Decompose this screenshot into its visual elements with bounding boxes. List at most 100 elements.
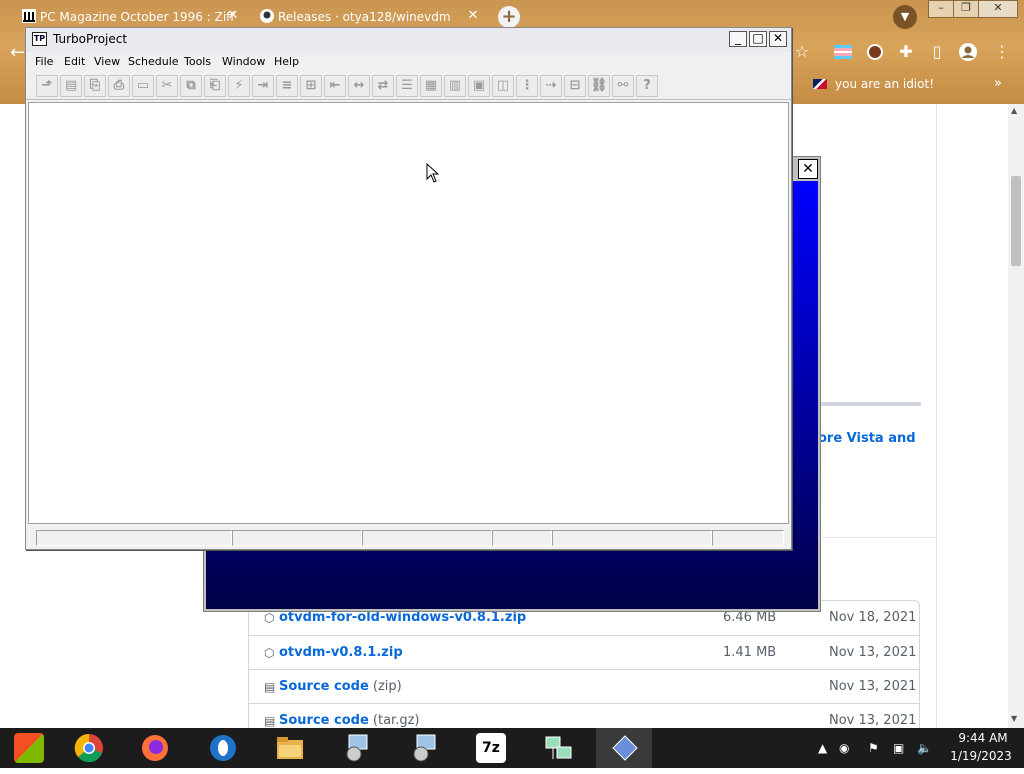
menu-edit[interactable]: Edit [64, 55, 85, 68]
tab-close-icon[interactable]: ✕ [466, 9, 480, 23]
chrome-taskbar-button[interactable] [60, 728, 116, 768]
menu-window[interactable]: Window [222, 55, 265, 68]
status-pane [552, 530, 712, 546]
gantt-view-icon[interactable]: ▥ [444, 75, 466, 97]
asset-link[interactable]: Source code (zip) [279, 679, 402, 694]
paste-icon[interactable]: ⎗ [204, 75, 226, 97]
clock-date[interactable]: 1/19/2023 [944, 749, 1018, 763]
bookmark-star-icon[interactable]: ☆ [792, 42, 812, 62]
dialog-close-button[interactable]: ✕ [798, 159, 818, 179]
recalculate-icon[interactable]: ⚡ [228, 75, 250, 97]
menu-schedule[interactable]: Schedule [128, 55, 179, 68]
folder-icon [275, 733, 305, 763]
menu-tools[interactable]: Tools [184, 55, 211, 68]
cut-icon[interactable]: ✂ [156, 75, 178, 97]
table-view-icon[interactable]: ▦ [420, 75, 442, 97]
volume-icon[interactable]: 🔈 [917, 741, 932, 755]
asset-link[interactable]: otvdm-v0.8.1.zip [279, 645, 403, 660]
tab-close-icon[interactable]: ✕ [226, 9, 240, 23]
setup-taskbar-button[interactable] [395, 728, 451, 768]
asset-link[interactable]: Source code (tar.gz) [279, 713, 419, 728]
turboproject-diamond-icon [610, 733, 640, 763]
file-explorer-taskbar-button[interactable] [261, 728, 317, 768]
opera-taskbar-button[interactable] [194, 728, 250, 768]
asset-row[interactable]: ⬡ otvdm-v0.8.1.zip 1.41 MB Nov 13, 2021 [249, 635, 919, 669]
installer-icon [342, 733, 372, 763]
copy-icon[interactable]: ⧉ [180, 75, 202, 97]
browser-minimize-button[interactable]: – [928, 0, 954, 18]
show-hidden-icons-chevron-icon[interactable]: ▲ [818, 741, 827, 755]
link-icon[interactable]: ⛓ [588, 75, 610, 97]
firefox-taskbar-button[interactable] [126, 728, 182, 768]
bookmark-item[interactable]: you are an idiot! [835, 77, 934, 91]
scroll-down-arrow-icon[interactable]: ▼ [1011, 714, 1017, 723]
tab-search-chevron-icon[interactable]: ▼ [893, 5, 917, 29]
insert-task-icon[interactable]: ≡ [276, 75, 298, 97]
menu-kebab-icon[interactable]: ⋮ [992, 42, 1012, 62]
asset-row[interactable]: ▤ Source code (zip) Nov 13, 2021 [249, 669, 919, 703]
asset-link[interactable]: otvdm-for-old-windows-v0.8.1.zip [279, 610, 526, 625]
side-panel-icon[interactable]: ▯ [927, 42, 947, 62]
collapse-icon[interactable]: ⇄ [372, 75, 394, 97]
asset-date: Nov 13, 2021 [829, 645, 917, 660]
turboproject-taskbar-button[interactable] [596, 728, 652, 768]
status-pane [232, 530, 362, 546]
menu-help[interactable]: Help [274, 55, 299, 68]
flag-tray-icon[interactable]: ◉ [839, 741, 849, 755]
installer-taskbar-button[interactable] [328, 728, 384, 768]
unlink-icon[interactable]: ⚯ [612, 75, 634, 97]
back-arrow-icon[interactable]: ← [10, 42, 25, 63]
print-preview-icon[interactable]: ▭ [132, 75, 154, 97]
network-app-taskbar-button[interactable] [529, 728, 585, 768]
link-tasks-icon[interactable]: ⋮ [516, 75, 538, 97]
network-computer-icon [543, 733, 573, 763]
add-subtask-icon[interactable]: ⊞ [300, 75, 322, 97]
asset-size: 1.41 MB [723, 645, 777, 660]
indent-icon[interactable]: ⇥ [252, 75, 274, 97]
window-titlebar[interactable]: TP TurboProject _ □ ✕ [26, 28, 791, 52]
split-view-icon[interactable]: ⊟ [564, 75, 586, 97]
firefox-icon [140, 733, 170, 763]
task-list-icon[interactable]: ☰ [396, 75, 418, 97]
profile-icon[interactable] [958, 42, 978, 62]
extension-flag-icon[interactable] [833, 42, 853, 62]
move-task-icon[interactable]: ⇢ [540, 75, 562, 97]
maximize-button[interactable]: □ [749, 31, 767, 47]
extensions-puzzle-icon[interactable]: ✚ [896, 42, 916, 62]
divider [820, 402, 921, 406]
project-workspace[interactable] [28, 102, 789, 524]
new-tab-button[interactable]: + [498, 6, 520, 28]
7zip-taskbar-button[interactable]: 7z [462, 728, 518, 768]
open-icon[interactable]: ▤ [60, 75, 82, 97]
minimize-button[interactable]: _ [729, 31, 747, 47]
browser-restore-button[interactable]: ❐ [953, 0, 979, 18]
turboproject-app-icon[interactable]: TP [32, 32, 47, 46]
package-icon: ⬡ [264, 611, 275, 625]
menu-view[interactable]: View [94, 55, 120, 68]
resource-view-icon[interactable]: ▣ [468, 75, 490, 97]
browser-close-button[interactable]: ✕ [978, 0, 1018, 18]
print-icon[interactable]: ⎙ [108, 75, 130, 97]
save-icon[interactable]: ⎘ [84, 75, 106, 97]
menu-file[interactable]: File [35, 55, 53, 68]
outdent-icon[interactable]: ⇤ [324, 75, 346, 97]
help-icon[interactable]: ? [636, 75, 658, 97]
action-center-flag-icon[interactable]: ⚑ [868, 741, 879, 755]
calendar-view-icon[interactable]: ◫ [492, 75, 514, 97]
asset-date: Nov 13, 2021 [829, 713, 917, 728]
new-project-icon[interactable]: ⬏ [36, 75, 58, 97]
github-icon [260, 9, 274, 23]
asset-date: Nov 13, 2021 [829, 679, 917, 694]
scroll-up-arrow-icon[interactable]: ▲ [1011, 106, 1017, 115]
bookmarks-overflow-icon[interactable]: » [994, 76, 1002, 91]
scrollbar-thumb[interactable] [1011, 176, 1021, 266]
close-button[interactable]: ✕ [769, 31, 787, 47]
extension-avatar-icon[interactable] [865, 42, 885, 62]
clock-time[interactable]: 9:44 AM [948, 731, 1018, 745]
archive-org-icon [22, 9, 36, 23]
mouse-cursor-icon [426, 163, 440, 183]
network-icon[interactable]: ▣ [893, 741, 904, 755]
expand-icon[interactable]: ↔ [348, 75, 370, 97]
start-button[interactable] [0, 728, 56, 768]
release-heading-partial[interactable]: ore Vista and [818, 431, 916, 446]
